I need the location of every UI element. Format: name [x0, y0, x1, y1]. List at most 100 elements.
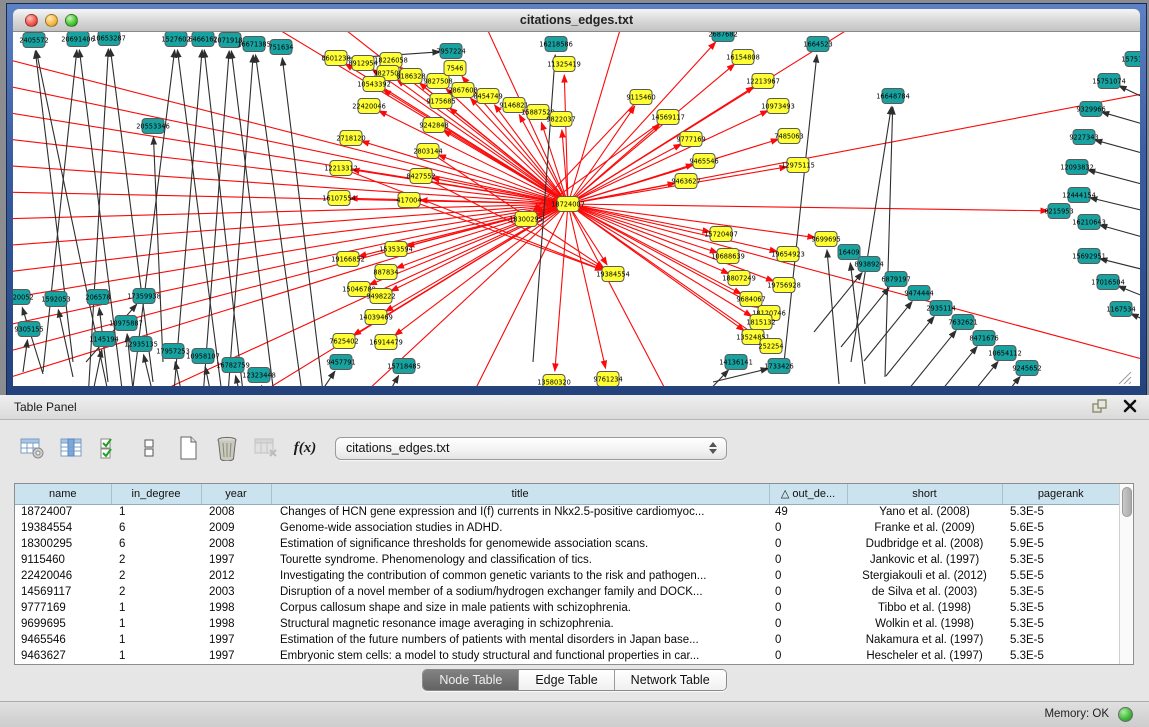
- network-edge[interactable]: [1090, 198, 1140, 213]
- table-row[interactable]: 969969511998Structural magnetic resonanc…: [15, 616, 1119, 632]
- network-node[interactable]: 9305155: [14, 322, 43, 337]
- table-cell[interactable]: 1997: [201, 552, 271, 568]
- network-node[interactable]: 8601238: [321, 51, 350, 66]
- network-edge[interactable]: [568, 204, 718, 253]
- table-cell[interactable]: 0: [769, 552, 847, 568]
- network-node[interactable]: 16154808: [726, 50, 760, 65]
- column-header-short[interactable]: short: [847, 484, 1002, 504]
- network-node[interactable]: 15692951: [1072, 249, 1106, 264]
- network-node[interactable]: 9175685: [426, 94, 455, 109]
- network-node[interactable]: 14569117: [651, 110, 685, 125]
- network-node[interactable]: 16107554: [322, 191, 356, 206]
- table-row[interactable]: 946362711997Embryonic stem cells: a mode…: [15, 648, 1119, 664]
- network-edge[interactable]: [23, 340, 27, 372]
- table-cell[interactable]: Tourette syndrome. Phenomenology and cla…: [271, 552, 769, 568]
- table-row[interactable]: 911546021997Tourette syndrome. Phenomeno…: [15, 552, 1119, 568]
- network-node[interactable]: 15718485: [387, 359, 421, 374]
- network-node[interactable]: 7632621: [948, 315, 977, 330]
- table-row[interactable]: 1830029562008Estimation of significance …: [15, 536, 1119, 552]
- table-chooser-select[interactable]: citations_edges.txt: [335, 437, 727, 460]
- network-node[interactable]: 16782759: [216, 358, 250, 373]
- network-node[interactable]: 9242848: [419, 118, 448, 133]
- network-node[interactable]: 9115460: [626, 90, 655, 105]
- network-node[interactable]: 1592053: [41, 292, 70, 307]
- table-cell[interactable]: 1998: [201, 616, 271, 632]
- table-cell[interactable]: 5.5E-5: [1002, 568, 1119, 584]
- network-node[interactable]: 417004: [396, 193, 421, 208]
- network-window-titlebar[interactable]: citations_edges.txt: [13, 9, 1140, 32]
- table-vertical-scrollbar[interactable]: [1119, 484, 1133, 664]
- network-edge[interactable]: [929, 347, 977, 386]
- network-node[interactable]: 11325419: [547, 57, 581, 72]
- table-cell[interactable]: 1: [111, 600, 201, 616]
- network-node[interactable]: 8427552: [406, 169, 435, 184]
- table-cell[interactable]: 22420046: [15, 568, 111, 584]
- network-node[interactable]: 19384554: [596, 267, 630, 282]
- table-cell[interactable]: 0: [769, 536, 847, 552]
- network-node[interactable]: 20691406: [61, 32, 95, 47]
- table-cell[interactable]: 49: [769, 504, 847, 520]
- network-node[interactable]: 9329966: [1076, 102, 1105, 117]
- table-cell[interactable]: 5.3E-5: [1002, 504, 1119, 520]
- network-node[interactable]: 13580320: [537, 375, 571, 387]
- column-header-in_degree[interactable]: in_degree: [111, 484, 201, 504]
- table-cell[interactable]: 5.6E-5: [1002, 520, 1119, 536]
- rows-icon[interactable]: [135, 434, 163, 462]
- network-edge[interactable]: [173, 50, 202, 386]
- table-cell[interactable]: Stergiakouli et al. (2012): [847, 568, 1002, 584]
- network-node[interactable]: 9463627: [671, 174, 700, 189]
- network-edge[interactable]: [133, 50, 175, 386]
- table-cell[interactable]: Disruption of a novel member of a sodium…: [271, 584, 769, 600]
- network-edge[interactable]: [362, 141, 568, 204]
- select-all-checks-icon[interactable]: [96, 434, 124, 462]
- network-canvas[interactable]: 1872400786012388912954182260589827509818…: [13, 32, 1140, 386]
- table-cell[interactable]: 1: [111, 504, 201, 520]
- table-row[interactable]: 1938455462009Genome-wide association stu…: [15, 520, 1119, 536]
- network-edge[interactable]: [395, 204, 568, 335]
- network-node[interactable]: 206578: [85, 290, 110, 305]
- table-cell[interactable]: 5.3E-5: [1002, 600, 1119, 616]
- network-edge[interactable]: [231, 51, 273, 386]
- network-node[interactable]: 9684067: [736, 292, 765, 307]
- network-edge[interactable]: [851, 107, 891, 362]
- table-cell[interactable]: 6: [111, 536, 201, 552]
- network-node[interactable]: 19654923: [771, 247, 805, 262]
- network-node[interactable]: 9465546: [689, 154, 718, 169]
- network-node[interactable]: 10958107: [186, 349, 220, 364]
- table-cell[interactable]: 1: [111, 616, 201, 632]
- network-edge[interactable]: [885, 107, 893, 377]
- table-cell[interactable]: Investigating the contribution of common…: [271, 568, 769, 584]
- network-edge[interactable]: [175, 362, 183, 386]
- network-edge[interactable]: [1088, 170, 1140, 187]
- table-cell[interactable]: Dudbridge et al. (2008): [847, 536, 1002, 552]
- column-header-name[interactable]: name: [15, 484, 111, 504]
- table-cell[interactable]: 1997: [201, 632, 271, 648]
- network-node[interactable]: 12093832: [1060, 160, 1094, 175]
- tab-edge-table[interactable]: Edge Table: [519, 670, 614, 690]
- network-edge[interactable]: [850, 263, 865, 384]
- table-cell[interactable]: Franke et al. (2009): [847, 520, 1002, 536]
- table-cell[interactable]: 0: [769, 568, 847, 584]
- network-edge[interactable]: [153, 137, 163, 362]
- table-cell[interactable]: 9115460: [15, 552, 111, 568]
- network-node[interactable]: 887834: [373, 265, 398, 280]
- network-node[interactable]: 9777169: [676, 132, 705, 147]
- network-node[interactable]: 9227343: [1069, 130, 1098, 145]
- network-node[interactable]: 14136141: [719, 355, 753, 370]
- table-cell[interactable]: 0: [769, 584, 847, 600]
- table-cell[interactable]: Embryonic stem cells: a model to study s…: [271, 648, 769, 664]
- table-cell[interactable]: de Silva et al. (2003): [847, 584, 1002, 600]
- network-edge[interactable]: [379, 111, 568, 204]
- table-cell[interactable]: 0: [769, 648, 847, 664]
- table-cell[interactable]: 1998: [201, 600, 271, 616]
- table-row[interactable]: 977716911998Corpus callosum shape and si…: [15, 600, 1119, 616]
- network-node[interactable]: 7957224: [436, 44, 465, 59]
- network-node[interactable]: 14039469: [359, 310, 393, 325]
- network-edge[interactable]: [568, 64, 735, 204]
- network-node[interactable]: 9498222: [366, 289, 395, 304]
- table-cell[interactable]: Hescheler et al. (1997): [847, 648, 1002, 664]
- network-node[interactable]: 7625402: [329, 334, 358, 349]
- network-edge[interactable]: [908, 331, 956, 386]
- table-cell[interactable]: 5.3E-5: [1002, 648, 1119, 664]
- network-edge[interactable]: [703, 370, 728, 386]
